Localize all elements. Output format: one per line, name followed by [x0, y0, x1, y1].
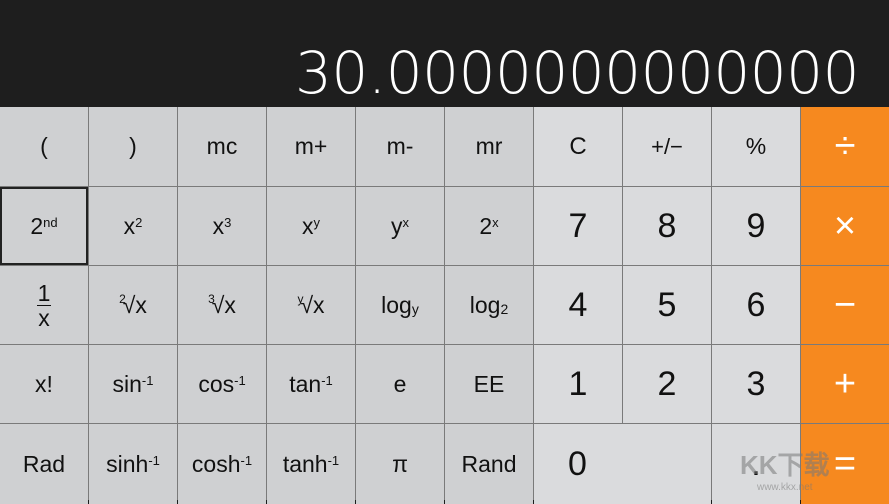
y-power-x-button[interactable]: yx — [356, 187, 444, 265]
memory-clear-button[interactable]: mc — [178, 107, 266, 186]
square-button[interactable]: x2 — [89, 187, 177, 265]
digit-7-button[interactable]: 7 — [534, 187, 622, 265]
keypad: ( ) mc m+ m- mr C +/− % ÷ 2nd x2 x3 xy y… — [0, 107, 889, 504]
clear-button[interactable]: C — [534, 107, 622, 186]
multiply-button[interactable]: × — [801, 187, 889, 265]
digit-5-button[interactable]: 5 — [623, 266, 711, 344]
display: 30.0000000000000 — [0, 0, 889, 107]
arctanh-button[interactable]: tanh -1 — [267, 424, 355, 504]
digit-3-button[interactable]: 3 — [712, 345, 800, 423]
pi-button[interactable]: π — [356, 424, 444, 504]
right-paren-button[interactable]: ) — [89, 107, 177, 186]
percent-button[interactable]: % — [712, 107, 800, 186]
arctan-button[interactable]: tan -1 — [267, 345, 355, 423]
digit-8-button[interactable]: 8 — [623, 187, 711, 265]
square-root-button[interactable]: 2 √x — [89, 266, 177, 344]
subtract-button[interactable]: − — [801, 266, 889, 344]
arccos-button[interactable]: cos -1 — [178, 345, 266, 423]
sign-toggle-button[interactable]: +/− — [623, 107, 711, 186]
divide-button[interactable]: ÷ — [801, 107, 889, 186]
left-paren-button[interactable]: ( — [0, 107, 88, 186]
digit-2-button[interactable]: 2 — [623, 345, 711, 423]
second-function-button[interactable]: 2nd — [0, 187, 88, 265]
arccosh-button[interactable]: cosh -1 — [178, 424, 266, 504]
reciprocal-button[interactable]: 1x — [0, 266, 88, 344]
equals-button[interactable]: = — [801, 424, 889, 504]
digit-0-button[interactable]: 0 — [534, 424, 711, 504]
memory-add-button[interactable]: m+ — [267, 107, 355, 186]
rad-deg-button[interactable]: Rad — [0, 424, 88, 504]
two-power-x-button[interactable]: 2x — [445, 187, 533, 265]
random-button[interactable]: Rand — [445, 424, 533, 504]
y-root-button[interactable]: y √x — [267, 266, 355, 344]
power-button[interactable]: xy — [267, 187, 355, 265]
cube-button[interactable]: x3 — [178, 187, 266, 265]
euler-button[interactable]: e — [356, 345, 444, 423]
add-button[interactable]: + — [801, 345, 889, 423]
exponent-button[interactable]: EE — [445, 345, 533, 423]
display-value: 30.0000000000000 — [295, 39, 859, 107]
digit-9-button[interactable]: 9 — [712, 187, 800, 265]
arcsin-button[interactable]: sin -1 — [89, 345, 177, 423]
memory-subtract-button[interactable]: m- — [356, 107, 444, 186]
digit-4-button[interactable]: 4 — [534, 266, 622, 344]
log-2-button[interactable]: log 2 — [445, 266, 533, 344]
log-y-button[interactable]: log y — [356, 266, 444, 344]
cube-root-button[interactable]: 3 √x — [178, 266, 266, 344]
arcsinh-button[interactable]: sinh -1 — [89, 424, 177, 504]
decimal-button[interactable]: . — [712, 424, 800, 504]
digit-6-button[interactable]: 6 — [712, 266, 800, 344]
factorial-button[interactable]: x! — [0, 345, 88, 423]
digit-1-button[interactable]: 1 — [534, 345, 622, 423]
memory-recall-button[interactable]: mr — [445, 107, 533, 186]
